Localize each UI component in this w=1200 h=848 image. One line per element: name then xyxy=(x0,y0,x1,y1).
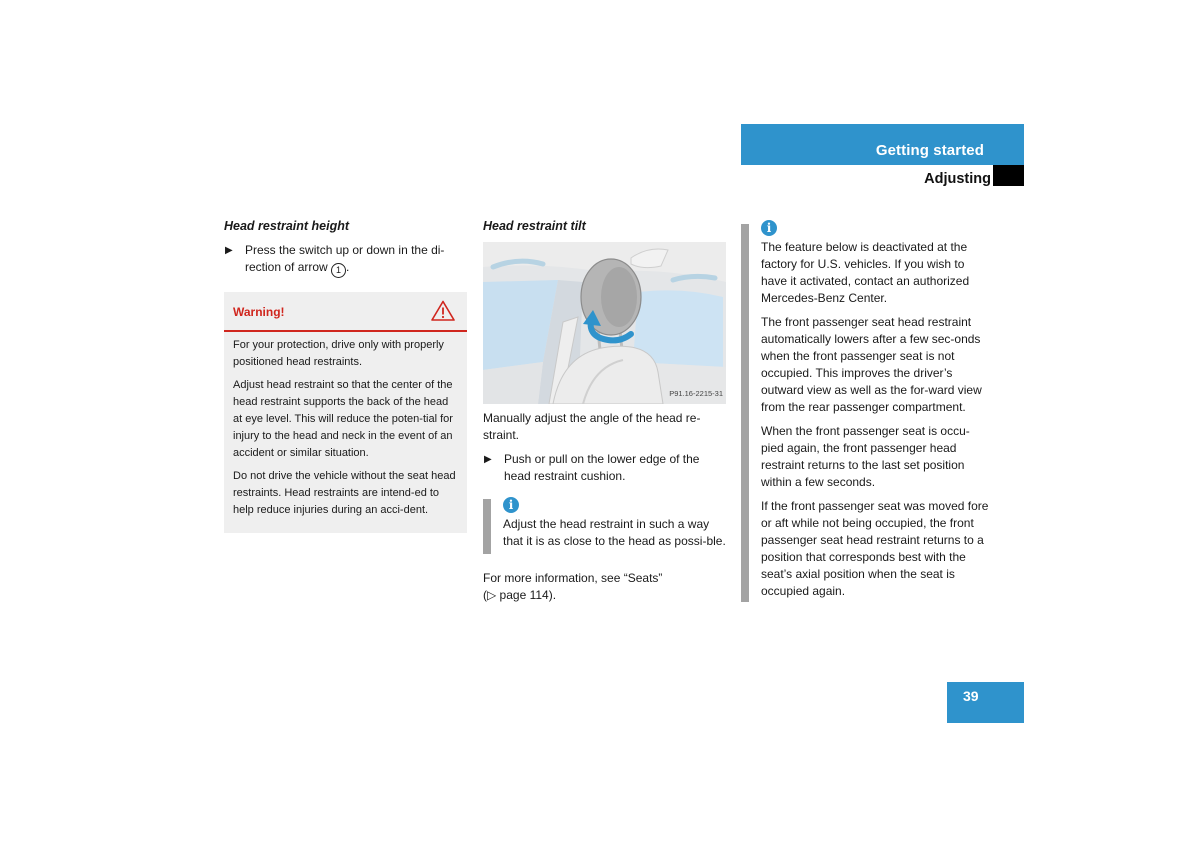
more-info-text: For more information, see “Seats” (▷ pag… xyxy=(483,570,726,604)
warning-triangle-icon xyxy=(431,300,455,327)
more-info-label: For more information, see “Seats” xyxy=(483,571,663,585)
note-paragraph: When the front passenger seat is occu-pi… xyxy=(761,424,970,489)
note-paragraph: The feature below is deactivated at the … xyxy=(761,240,970,305)
note-bar xyxy=(483,499,491,554)
heading-head-restraint-tilt: Head restraint tilt xyxy=(483,219,586,233)
column-head-restraint-tilt: Head restraint tilt P91.16-2215-31 Manua… xyxy=(483,218,726,604)
bullet-arrow-icon: ▶ xyxy=(484,454,492,465)
warning-paragraph: Adjust head restraint so that the center… xyxy=(233,379,453,459)
arrow-reference-badge: 1 xyxy=(331,263,347,278)
warning-box: Warning! For your protection, drive only… xyxy=(224,292,467,533)
warning-paragraph: Do not drive the vehicle without the sea… xyxy=(233,470,456,516)
section-title: Getting started xyxy=(875,142,984,159)
bullet-arrow-icon: ▶ xyxy=(225,245,233,256)
warning-title: Warning! xyxy=(233,305,285,319)
column-automatic-lowering: i The feature below is deactivated at th… xyxy=(741,218,991,602)
instruction-step: ▶ Push or pull on the lower edge of the … xyxy=(483,451,726,485)
heading-head-restraint-height: Head restraint height xyxy=(224,219,350,233)
subsection-title: Adjusting xyxy=(924,171,991,187)
illustration-code: P91.16-2215-31 xyxy=(669,389,723,398)
info-icon: i xyxy=(761,220,777,236)
page-reference-link[interactable]: (▷ page 114). xyxy=(483,588,556,602)
head-restraint-illustration: P91.16-2215-31 xyxy=(483,242,726,404)
page-number-box: 39 xyxy=(947,682,1024,723)
instruction-step: ▶ Press the switch up or down in the di-… xyxy=(224,242,467,278)
note-paragraph: If the front passenger seat was moved fo… xyxy=(761,499,989,598)
subsection-marker xyxy=(993,165,1024,186)
note-bar xyxy=(741,224,749,602)
column-head-restraint-height: Head restraint height ▶ Press the switch… xyxy=(224,218,467,533)
instruction-text: Push or pull on the lower edge of the he… xyxy=(504,452,700,483)
page-number: 39 xyxy=(963,688,979,704)
instruction-end: . xyxy=(346,260,350,274)
info-note: i The feature below is deactivated at th… xyxy=(741,220,991,602)
info-note: i Adjust the head restraint in such a wa… xyxy=(483,497,726,554)
section-header-bar: Getting started xyxy=(741,124,1024,165)
warning-paragraph: For your protection, drive only with pro… xyxy=(233,339,444,368)
warning-header: Warning! xyxy=(224,292,467,332)
tilt-intro-text: Manually adjust the angle of the head re… xyxy=(483,411,701,442)
note-paragraph: The front passenger seat head restraint … xyxy=(761,315,982,414)
info-icon: i xyxy=(503,497,519,513)
note-text: Adjust the head restraint in such a way … xyxy=(503,517,726,548)
